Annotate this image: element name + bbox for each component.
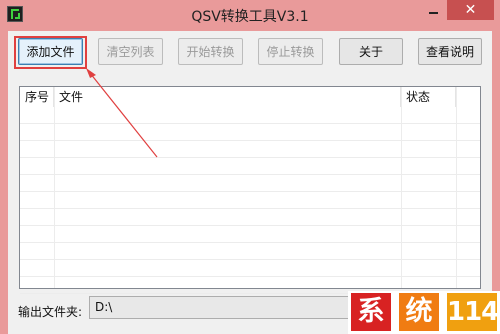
stop-convert-button[interactable]: 停止转换 xyxy=(258,38,323,65)
view-help-button[interactable]: 查看说明 xyxy=(418,38,482,65)
start-convert-button[interactable]: 开始转换 xyxy=(178,38,243,65)
watermark-char-3: 114 xyxy=(447,293,499,331)
table-row xyxy=(20,260,480,277)
watermark-char-2: 统 xyxy=(399,293,439,331)
file-list-table[interactable]: 序号 文件 状态 xyxy=(19,86,481,294)
table-row xyxy=(20,107,480,124)
table-row xyxy=(20,158,480,175)
output-folder-label: 输出文件夹: xyxy=(18,305,83,319)
column-header-file[interactable]: 文件 xyxy=(54,87,401,107)
table-row xyxy=(20,124,480,141)
minimize-button[interactable] xyxy=(420,0,446,20)
app-window: QSV转换工具V3.1 ✕ 添加文件 清空列表 开始转换 停止转换 关于 查看说… xyxy=(0,0,500,334)
table-row xyxy=(20,175,480,192)
watermark-logo: 系 统 114 xyxy=(348,291,500,334)
client-area: 添加文件 清空列表 开始转换 停止转换 关于 查看说明 序号 文件 状态 输出文… xyxy=(8,31,492,334)
column-header-index[interactable]: 序号 xyxy=(20,87,54,107)
title-bar[interactable]: QSV转换工具V3.1 ✕ xyxy=(0,0,500,32)
clear-list-button[interactable]: 清空列表 xyxy=(98,38,163,65)
about-button[interactable]: 关于 xyxy=(339,38,403,65)
watermark-char-1: 系 xyxy=(351,293,391,331)
add-file-button[interactable]: 添加文件 xyxy=(18,38,83,65)
table-row xyxy=(20,226,480,243)
close-button[interactable]: ✕ xyxy=(447,0,494,20)
table-row xyxy=(20,243,480,260)
table-row xyxy=(20,141,480,158)
column-divider xyxy=(456,87,457,288)
table-row xyxy=(20,192,480,209)
table-row xyxy=(20,209,480,226)
column-header-status[interactable]: 状态 xyxy=(401,87,456,107)
column-divider xyxy=(401,87,402,288)
column-divider xyxy=(54,87,55,288)
